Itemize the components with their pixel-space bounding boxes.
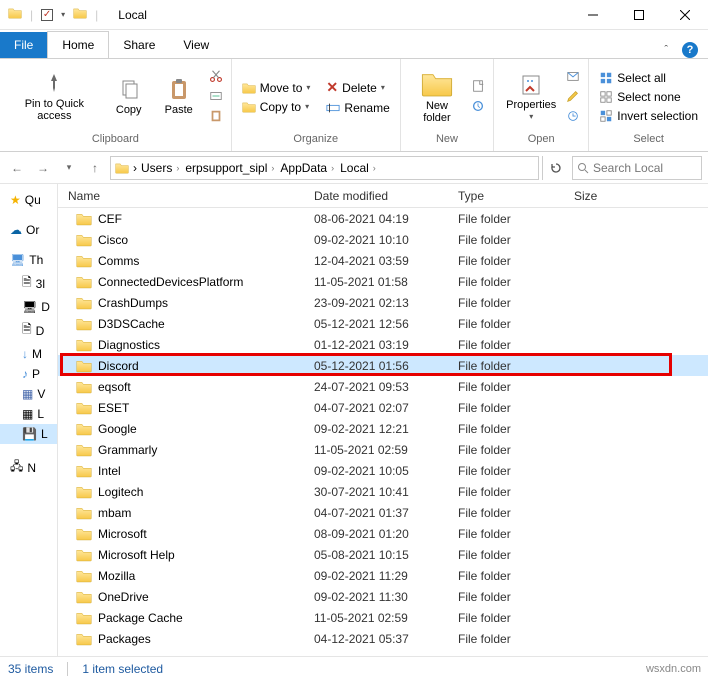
rename-button[interactable]: Rename bbox=[324, 100, 391, 116]
table-row[interactable]: ESET04-07-2021 02:07File folder bbox=[58, 397, 708, 418]
sidebar-item[interactable]: 🖥D bbox=[0, 297, 57, 317]
folder-title-icon bbox=[73, 6, 87, 23]
table-row[interactable]: ConnectedDevicesPlatform11-05-2021 01:58… bbox=[58, 271, 708, 292]
pin-to-quick-access-button[interactable]: Pin to Quick access bbox=[8, 70, 101, 124]
table-row[interactable]: D3DSCache05-12-2021 12:56File folder bbox=[58, 313, 708, 334]
group-select: Select all Select none Invert selection … bbox=[589, 59, 708, 151]
column-date[interactable]: Date modified bbox=[314, 189, 458, 203]
edit-icon[interactable] bbox=[566, 89, 580, 106]
ribbon: Pin to Quick access Copy Paste Clipboard… bbox=[0, 58, 708, 152]
table-row[interactable]: Package Cache11-05-2021 02:59File folder bbox=[58, 607, 708, 628]
table-row[interactable]: Discord05-12-2021 01:56File folder bbox=[58, 355, 708, 376]
new-folder-button[interactable]: New folder bbox=[409, 68, 465, 126]
minimize-ribbon-icon[interactable]: ˆ bbox=[664, 44, 668, 56]
copy-button[interactable]: Copy bbox=[107, 76, 151, 118]
status-bar: 35 items 1 item selected bbox=[0, 656, 708, 680]
table-row[interactable]: OneDrive09-02-2021 11:30File folder bbox=[58, 586, 708, 607]
forward-button[interactable]: → bbox=[32, 157, 54, 179]
tab-home[interactable]: Home bbox=[47, 31, 109, 58]
copy-to-button[interactable]: Copy to▾ bbox=[240, 99, 313, 115]
qat-divider: | bbox=[30, 8, 33, 22]
folder-qat-icon[interactable] bbox=[8, 6, 22, 23]
select-none-button[interactable]: Select none bbox=[597, 89, 700, 105]
sidebar-item-onedrive[interactable]: ☁Or bbox=[0, 220, 57, 240]
group-new: New folder New bbox=[401, 59, 494, 151]
maximize-button[interactable] bbox=[616, 0, 662, 30]
navigation-pane[interactable]: ★Qu ☁Or 🖥Th 🗎3l 🖥D 🗎D ↓M ♪P ▦V ▦L 💾L 🖧N bbox=[0, 184, 58, 656]
window-title: Local bbox=[112, 8, 153, 22]
table-row[interactable]: CEF08-06-2021 04:19File folder bbox=[58, 208, 708, 229]
minimize-button[interactable] bbox=[570, 0, 616, 30]
move-to-button[interactable]: Move to▾ bbox=[240, 80, 313, 96]
new-item-icon[interactable] bbox=[471, 79, 485, 96]
sidebar-item-quick-access[interactable]: ★Qu bbox=[0, 190, 57, 210]
properties-button[interactable]: Properties ▾ bbox=[502, 71, 560, 124]
tab-share[interactable]: Share bbox=[109, 32, 169, 58]
column-size[interactable]: Size bbox=[574, 189, 644, 203]
sidebar-item[interactable]: 🗎D bbox=[0, 317, 57, 344]
table-row[interactable]: Cisco09-02-2021 10:10File folder bbox=[58, 229, 708, 250]
search-input[interactable]: Search Local bbox=[572, 156, 702, 180]
sidebar-item-this-pc[interactable]: 🖥Th bbox=[0, 250, 57, 270]
table-row[interactable]: Google09-02-2021 12:21File folder bbox=[58, 418, 708, 439]
refresh-button[interactable] bbox=[542, 156, 568, 180]
column-name[interactable]: Name bbox=[58, 189, 314, 203]
tab-view[interactable]: View bbox=[169, 32, 223, 58]
select-all-button[interactable]: Select all bbox=[597, 70, 700, 86]
title-bar: | ✓ ▾ | Local bbox=[0, 0, 708, 30]
file-list: ˆ Name Date modified Type Size CEF08-06-… bbox=[58, 184, 708, 656]
sidebar-item-network[interactable]: 🖧N bbox=[0, 454, 57, 481]
delete-button[interactable]: ✕Delete▾ bbox=[324, 78, 391, 97]
sidebar-item[interactable]: ▦V bbox=[0, 384, 57, 404]
status-item-count: 35 items bbox=[8, 662, 53, 676]
paste-shortcut-icon[interactable] bbox=[209, 109, 223, 126]
up-button[interactable]: ↑ bbox=[84, 157, 106, 179]
group-organize: Move to▾ Copy to▾ ✕Delete▾ Rename Organi… bbox=[232, 59, 401, 151]
table-row[interactable]: Diagnostics01-12-2021 03:19File folder bbox=[58, 334, 708, 355]
table-row[interactable]: eqsoft24-07-2021 09:53File folder bbox=[58, 376, 708, 397]
sidebar-item[interactable]: ↓M bbox=[0, 344, 57, 364]
paste-button[interactable]: Paste bbox=[157, 76, 201, 118]
qat-divider: | bbox=[95, 8, 98, 22]
table-row[interactable]: CrashDumps23-09-2021 02:13File folder bbox=[58, 292, 708, 313]
checkbox-qat-icon[interactable]: ✓ bbox=[41, 9, 53, 21]
cut-icon[interactable] bbox=[209, 69, 223, 86]
recent-locations-button[interactable]: ▾ bbox=[58, 157, 80, 179]
sidebar-item-local[interactable]: 💾L bbox=[0, 424, 57, 444]
table-row[interactable]: Intel09-02-2021 10:05File folder bbox=[58, 460, 708, 481]
history-icon[interactable] bbox=[566, 109, 580, 126]
sidebar-item[interactable]: 🗎3l bbox=[0, 270, 57, 297]
table-row[interactable]: Logitech30-07-2021 10:41File folder bbox=[58, 481, 708, 502]
sidebar-item[interactable]: ▦L bbox=[0, 404, 57, 424]
breadcrumb[interactable]: › Users› erpsupport_sipl› AppData› Local… bbox=[110, 156, 539, 180]
back-button[interactable]: ← bbox=[6, 157, 28, 179]
table-row[interactable]: Microsoft08-09-2021 01:20File folder bbox=[58, 523, 708, 544]
table-row[interactable]: Packages04-12-2021 05:37File folder bbox=[58, 628, 708, 649]
copy-path-icon[interactable] bbox=[209, 89, 223, 106]
table-row[interactable]: mbam04-07-2021 01:37File folder bbox=[58, 502, 708, 523]
help-icon[interactable]: ? bbox=[682, 42, 698, 58]
table-row[interactable]: Grammarly11-05-2021 02:59File folder bbox=[58, 439, 708, 460]
column-type[interactable]: Type bbox=[458, 189, 574, 203]
status-selection: 1 item selected bbox=[82, 662, 163, 676]
search-icon bbox=[577, 162, 589, 174]
group-open: Properties ▾ Open bbox=[494, 59, 589, 151]
easy-access-icon[interactable] bbox=[471, 99, 485, 116]
qat-dropdown-icon[interactable]: ▾ bbox=[61, 10, 65, 19]
tab-file[interactable]: File bbox=[0, 32, 47, 58]
group-clipboard: Pin to Quick access Copy Paste Clipboard bbox=[0, 59, 232, 151]
close-button[interactable] bbox=[662, 0, 708, 30]
table-row[interactable]: Mozilla09-02-2021 11:29File folder bbox=[58, 565, 708, 586]
column-headers[interactable]: Name Date modified Type Size bbox=[58, 184, 708, 208]
address-bar: ← → ▾ ↑ › Users› erpsupport_sipl› AppDat… bbox=[0, 152, 708, 184]
table-row[interactable]: Comms12-04-2021 03:59File folder bbox=[58, 250, 708, 271]
invert-selection-button[interactable]: Invert selection bbox=[597, 108, 700, 124]
watermark: wsxdn.com bbox=[643, 662, 704, 676]
table-row[interactable]: Microsoft Help05-08-2021 10:15File folde… bbox=[58, 544, 708, 565]
ribbon-tabs: File Home Share View ˆ ? bbox=[0, 30, 708, 58]
sidebar-item[interactable]: ♪P bbox=[0, 364, 57, 384]
open-icon[interactable] bbox=[566, 69, 580, 86]
